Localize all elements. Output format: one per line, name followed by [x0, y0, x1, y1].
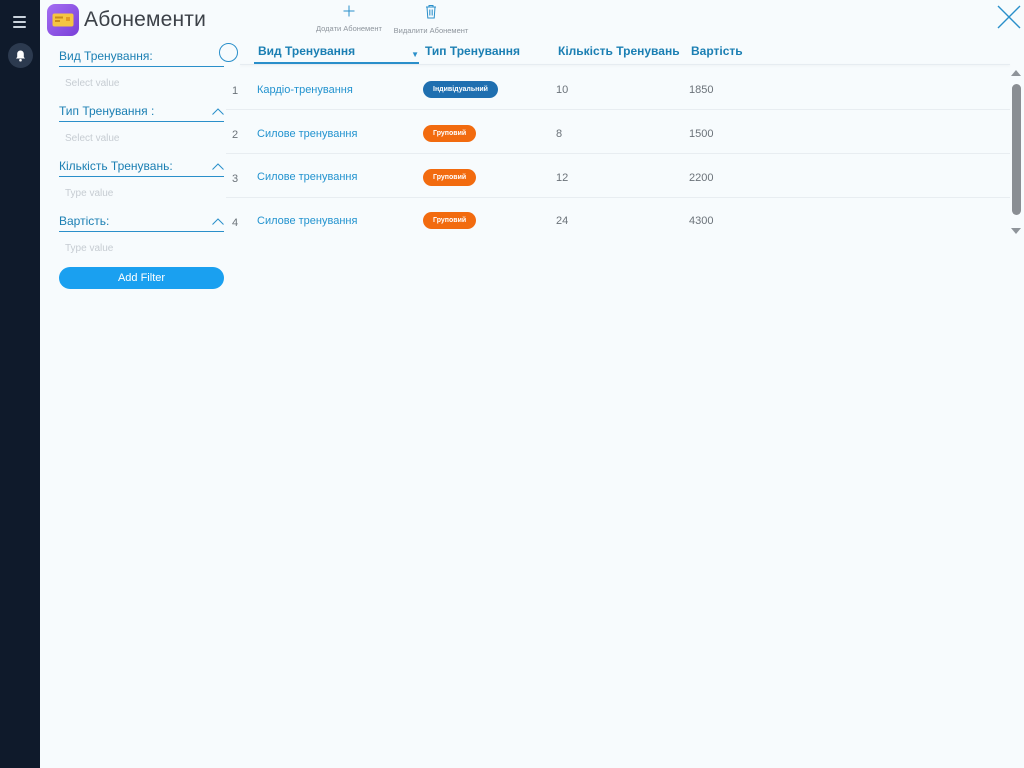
- cell-training-kind[interactable]: Силове тренування: [257, 128, 357, 140]
- cell-price: 4300: [689, 215, 714, 227]
- cell-price: 2200: [689, 172, 714, 184]
- table-row[interactable]: 1 Кардіо-тренування Індивідуальний 10 18…: [226, 66, 1010, 110]
- cell-price: 1850: [689, 84, 714, 96]
- trash-icon: [426, 5, 436, 19]
- cell-training-count: 24: [556, 215, 569, 227]
- hamburger-menu-icon[interactable]: [13, 16, 26, 28]
- status-badge: Індивідуальний: [423, 81, 498, 98]
- table-row[interactable]: 2 Силове тренування Груповий 8 1500: [226, 110, 1010, 154]
- scroll-down-arrow-icon[interactable]: [1011, 228, 1021, 234]
- cell-training-count: 10: [556, 84, 569, 96]
- close-icon[interactable]: [996, 4, 1022, 30]
- filter-label-training-count: Кількість Тренувань:: [59, 159, 224, 177]
- filter-label-training-type: Тип Тренування :: [59, 104, 224, 122]
- chevron-up-icon[interactable]: [212, 163, 224, 170]
- cell-training-kind[interactable]: Кардіо-тренування: [257, 84, 353, 96]
- cell-training-kind[interactable]: Силове тренування: [257, 171, 357, 183]
- cell-price: 1500: [689, 128, 714, 140]
- search-icon[interactable]: [219, 43, 238, 62]
- filter-label-text: Вартість:: [59, 214, 110, 228]
- table-row[interactable]: 3 Силове тренування Груповий 12 2200: [226, 154, 1010, 198]
- filter-label-text: Вид Тренування:: [59, 49, 153, 63]
- status-badge: Груповий: [423, 125, 477, 142]
- side-rail: [0, 0, 40, 768]
- status-badge: Груповий: [423, 212, 477, 229]
- chevron-up-icon[interactable]: [212, 218, 224, 225]
- filter-label-text: Кількість Тренувань:: [59, 159, 173, 173]
- plus-icon: [343, 5, 355, 17]
- filter-label-text: Тип Тренування :: [59, 104, 155, 118]
- filter-input-training-kind[interactable]: [65, 78, 220, 89]
- delete-subscription-label: Видалити Абонемент: [393, 26, 469, 35]
- column-header-label: Вид Тренування: [258, 44, 356, 58]
- add-filter-button[interactable]: Add Filter: [59, 267, 224, 289]
- cell-training-kind[interactable]: Силове тренування: [257, 215, 357, 227]
- row-number: 4: [232, 217, 239, 229]
- cell-training-type: Груповий: [423, 125, 477, 142]
- column-header-price[interactable]: Вартість: [691, 44, 743, 58]
- filter-input-price[interactable]: [65, 243, 220, 254]
- cell-training-count: 8: [556, 128, 563, 140]
- add-subscription-label: Додати Абонемент: [316, 24, 382, 33]
- sort-down-icon[interactable]: ▼: [411, 50, 419, 59]
- filter-label-training-kind: Вид Тренування:: [59, 49, 224, 67]
- app-ticket-icon: [47, 4, 79, 36]
- row-number: 3: [232, 173, 239, 185]
- status-badge: Груповий: [423, 169, 477, 186]
- filter-label-price: Вартість:: [59, 214, 224, 232]
- table-row[interactable]: 4 Силове тренування Груповий 24 4300: [226, 198, 1010, 242]
- chevron-up-icon[interactable]: [212, 108, 224, 115]
- add-subscription-button[interactable]: Додати Абонемент: [313, 4, 385, 33]
- column-header-training-type[interactable]: Тип Тренування: [425, 44, 520, 58]
- cell-training-type: Індивідуальний: [423, 81, 498, 98]
- row-number: 2: [232, 129, 239, 141]
- row-number: 1: [232, 85, 239, 97]
- filter-input-training-type[interactable]: [65, 133, 220, 144]
- header-divider: [240, 64, 1010, 65]
- delete-subscription-button[interactable]: Видалити Абонемент: [391, 4, 471, 35]
- column-header-training-kind[interactable]: Вид Тренування ▼: [254, 44, 419, 64]
- cell-training-count: 12: [556, 172, 569, 184]
- column-header-training-count[interactable]: Кількість Тренувань: [558, 44, 680, 58]
- scrollbar-thumb[interactable]: [1012, 84, 1021, 215]
- notification-bell-icon[interactable]: [8, 43, 33, 68]
- page-title: Абонементи: [84, 8, 207, 31]
- scroll-up-arrow-icon[interactable]: [1011, 70, 1021, 76]
- cell-training-type: Груповий: [423, 212, 477, 229]
- filter-input-training-count[interactable]: [65, 188, 220, 199]
- cell-training-type: Груповий: [423, 169, 477, 186]
